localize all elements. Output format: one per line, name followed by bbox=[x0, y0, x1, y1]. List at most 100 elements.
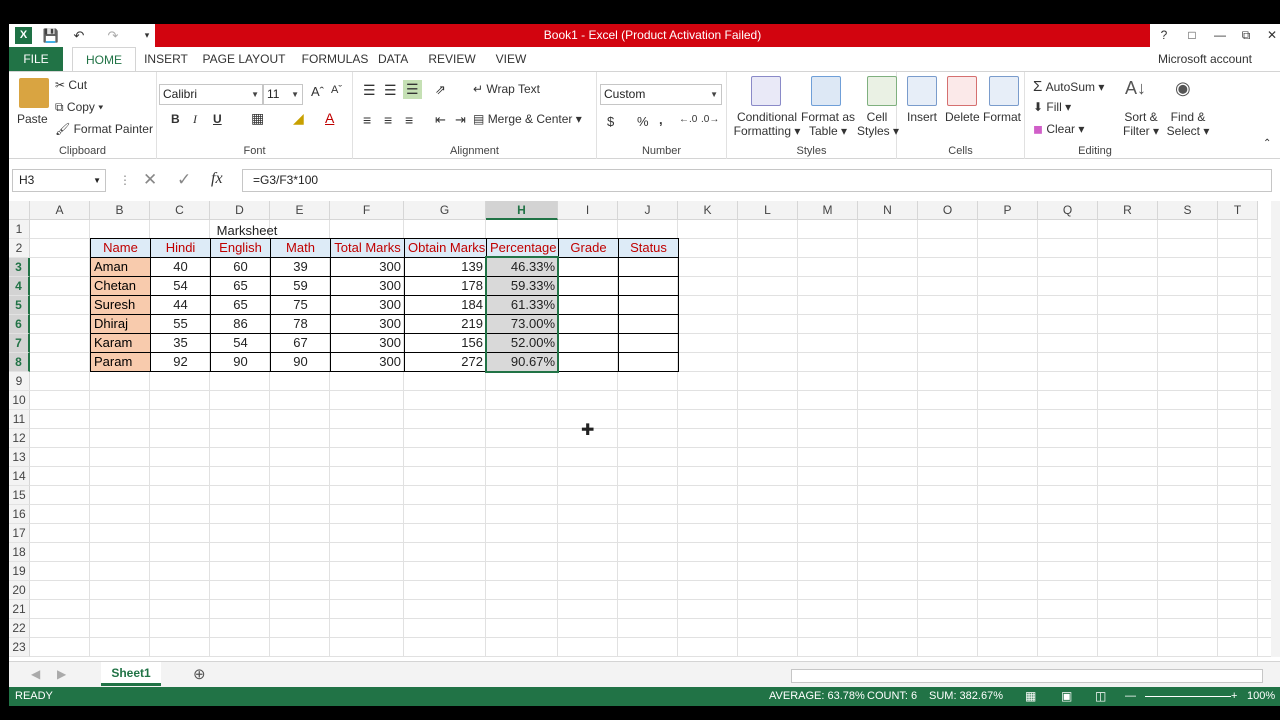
copy-button[interactable]: ⧉ Copy ▾ bbox=[55, 100, 103, 115]
align-center-icon[interactable]: ≡ bbox=[384, 112, 392, 128]
table-cell[interactable]: 156 bbox=[404, 333, 487, 353]
row-header[interactable]: 6 bbox=[9, 315, 30, 334]
column-header[interactable]: Q bbox=[1038, 201, 1098, 220]
number-format-combo[interactable]: Custom ▼ bbox=[600, 84, 722, 105]
row-header[interactable]: 21 bbox=[9, 600, 30, 619]
save-icon[interactable]: 💾 bbox=[41, 27, 61, 44]
zoom-slider[interactable] bbox=[1145, 696, 1231, 697]
table-header-cell[interactable]: Obtain Marks bbox=[404, 238, 487, 258]
table-cell[interactable]: 92 bbox=[150, 352, 211, 372]
table-cell[interactable]: 300 bbox=[330, 352, 405, 372]
tab-file[interactable]: FILE bbox=[9, 47, 63, 71]
table-cell[interactable]: 59 bbox=[270, 276, 331, 296]
format-as-table-icon[interactable] bbox=[811, 76, 841, 106]
table-cell[interactable]: 65 bbox=[210, 295, 271, 315]
paste-icon[interactable] bbox=[19, 78, 49, 108]
column-header[interactable]: M bbox=[798, 201, 858, 220]
row-header[interactable]: 2 bbox=[9, 239, 30, 258]
table-cell[interactable]: 78 bbox=[270, 314, 331, 334]
insert-cells-icon[interactable] bbox=[907, 76, 937, 106]
sort-filter-button[interactable]: Sort & Filter ▾ bbox=[1119, 110, 1163, 138]
microsoft-account[interactable]: Microsoft account bbox=[1158, 47, 1252, 71]
format-as-table-button[interactable]: Format as Table ▾ bbox=[801, 110, 855, 138]
percentage-cell[interactable]: 61.33% bbox=[486, 295, 559, 315]
percentage-cell[interactable]: 46.33% bbox=[486, 257, 559, 277]
row-header[interactable]: 12 bbox=[9, 429, 30, 448]
column-header[interactable]: T bbox=[1218, 201, 1258, 220]
sort-filter-icon[interactable]: A↓ bbox=[1125, 78, 1146, 99]
column-header[interactable]: L bbox=[738, 201, 798, 220]
tab-formulas[interactable]: FORMULAS bbox=[292, 47, 378, 71]
sheet-tab-sheet1[interactable]: Sheet1 bbox=[101, 662, 161, 686]
row-header[interactable]: 19 bbox=[9, 562, 30, 581]
middle-align-icon[interactable]: ☰ bbox=[384, 82, 397, 99]
cell-styles-icon[interactable] bbox=[867, 76, 897, 106]
wrap-text-button[interactable]: ↵ Wrap Text bbox=[473, 82, 540, 96]
status-cell[interactable] bbox=[618, 276, 679, 296]
grade-cell[interactable] bbox=[558, 257, 619, 277]
row-header[interactable]: 20 bbox=[9, 581, 30, 600]
delete-button[interactable]: Delete bbox=[945, 110, 980, 124]
row-header[interactable]: 9 bbox=[9, 372, 30, 391]
grade-cell[interactable] bbox=[558, 295, 619, 315]
table-header-cell[interactable]: English bbox=[210, 238, 271, 258]
customize-toolbar-icon[interactable]: ▾ bbox=[137, 27, 157, 44]
table-cell[interactable]: Chetan bbox=[90, 276, 151, 296]
zoom-out-icon[interactable]: — bbox=[1125, 687, 1136, 706]
table-cell[interactable]: 86 bbox=[210, 314, 271, 334]
percentage-cell[interactable]: 73.00% bbox=[486, 314, 559, 334]
tab-page-layout[interactable]: PAGE LAYOUT bbox=[196, 47, 292, 71]
cut-button[interactable]: ✂ Cut bbox=[55, 78, 87, 92]
table-cell[interactable]: 54 bbox=[210, 333, 271, 353]
tab-insert[interactable]: INSERT bbox=[136, 47, 196, 71]
row-header[interactable]: 13 bbox=[9, 448, 30, 467]
table-cell[interactable]: 178 bbox=[404, 276, 487, 296]
tab-view[interactable]: VIEW bbox=[491, 47, 531, 71]
row-header[interactable]: 10 bbox=[9, 391, 30, 410]
percentage-cell[interactable]: 90.67% bbox=[486, 352, 559, 372]
grade-cell[interactable] bbox=[558, 276, 619, 296]
row-header[interactable]: 14 bbox=[9, 467, 30, 486]
column-header[interactable]: S bbox=[1158, 201, 1218, 220]
tab-review[interactable]: REVIEW bbox=[424, 47, 480, 71]
increase-decimal-icon[interactable]: ←.0 bbox=[679, 114, 697, 125]
collapse-ribbon-icon[interactable]: ⌃ bbox=[1263, 138, 1271, 149]
percentage-cell[interactable]: 52.00% bbox=[486, 333, 559, 353]
cell-styles-button[interactable]: Cell Styles ▾ bbox=[857, 110, 899, 138]
grade-cell[interactable] bbox=[558, 314, 619, 334]
row-header[interactable]: 17 bbox=[9, 524, 30, 543]
format-cells-icon[interactable] bbox=[989, 76, 1019, 106]
underline-button[interactable]: U bbox=[213, 112, 222, 126]
table-header-cell[interactable]: Name bbox=[90, 238, 151, 258]
column-header[interactable]: N bbox=[858, 201, 918, 220]
status-cell[interactable] bbox=[618, 314, 679, 334]
row-header[interactable]: 3 bbox=[9, 258, 30, 277]
format-painter-button[interactable]: 🖌 Format Painter bbox=[55, 122, 153, 136]
page-layout-view-icon[interactable]: ▣ bbox=[1061, 687, 1072, 706]
table-cell[interactable]: 54 bbox=[150, 276, 211, 296]
column-header[interactable]: A bbox=[30, 201, 90, 220]
font-name-combo[interactable]: Calibri ▼ bbox=[159, 84, 263, 105]
insert-button[interactable]: Insert bbox=[907, 110, 937, 124]
orientation-icon[interactable]: ⇗ bbox=[435, 82, 446, 98]
font-size-combo[interactable]: 11 ▼ bbox=[263, 84, 303, 105]
column-header[interactable]: I bbox=[558, 201, 618, 220]
column-header[interactable]: E bbox=[270, 201, 330, 220]
table-cell[interactable]: 44 bbox=[150, 295, 211, 315]
table-cell[interactable]: 65 bbox=[210, 276, 271, 296]
table-cell[interactable]: 90 bbox=[210, 352, 271, 372]
table-cell[interactable]: 300 bbox=[330, 333, 405, 353]
table-cell[interactable]: 300 bbox=[330, 276, 405, 296]
column-header[interactable]: R bbox=[1098, 201, 1158, 220]
decrease-decimal-icon[interactable]: .0→ bbox=[701, 114, 719, 125]
row-header[interactable]: 23 bbox=[9, 638, 30, 657]
row-header[interactable]: 11 bbox=[9, 410, 30, 429]
increase-indent-icon[interactable]: ⇥ bbox=[455, 112, 466, 128]
table-cell[interactable]: 139 bbox=[404, 257, 487, 277]
table-header-cell[interactable]: Status bbox=[618, 238, 679, 258]
format-button[interactable]: Format bbox=[983, 110, 1021, 124]
row-header[interactable]: 18 bbox=[9, 543, 30, 562]
grade-cell[interactable] bbox=[558, 352, 619, 372]
row-header[interactable]: 4 bbox=[9, 277, 30, 296]
column-header[interactable]: D bbox=[210, 201, 270, 220]
